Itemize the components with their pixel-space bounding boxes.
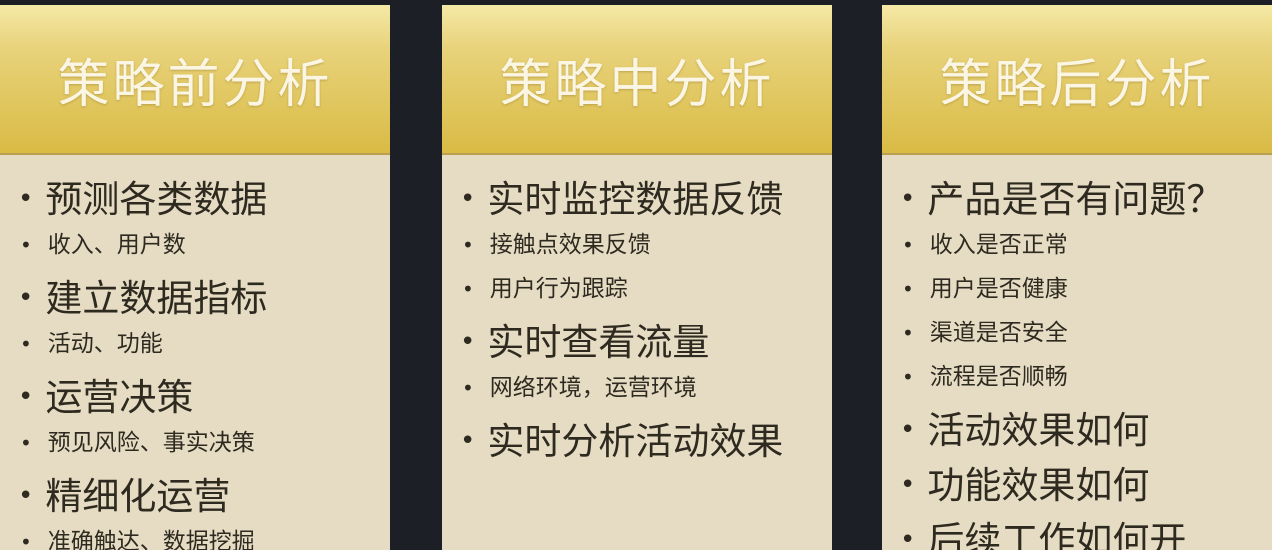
bullet-dot-icon: •: [20, 332, 32, 356]
list-item: • 实时查看流量: [460, 318, 820, 367]
list-item: • 用户是否健康: [900, 274, 1260, 304]
list-item: • 功能效果如何: [900, 461, 1260, 510]
bullet-dot-icon: •: [900, 470, 916, 500]
list-item: • 活动、功能: [18, 329, 378, 359]
list-item: • 准确触达、数据挖掘: [18, 527, 378, 550]
bullet-dot-icon: •: [20, 530, 32, 550]
card-title: 策略前分析: [57, 54, 333, 115]
bullet-dot-icon: •: [18, 382, 34, 412]
list-item: • 预见风险、事实决策: [18, 428, 378, 458]
list-item: • 建立数据指标: [18, 274, 378, 323]
card-title: 策略中分析: [499, 54, 775, 115]
list-item: • 活动效果如何: [900, 406, 1260, 455]
bullet-dot-icon: •: [18, 184, 34, 214]
card-header: 策略中分析: [442, 5, 832, 155]
list-item-text: 功能效果如何: [927, 464, 1150, 507]
list-item: • 接触点效果反馈: [460, 230, 820, 260]
card-header: 策略后分析: [882, 5, 1272, 155]
bullet-dot-icon: •: [900, 525, 916, 550]
bullet-dot-icon: •: [900, 184, 916, 214]
list-item: • 产品是否有问题？: [900, 175, 1260, 224]
bullet-dot-icon: •: [902, 321, 914, 345]
bullet-dot-icon: •: [902, 365, 914, 389]
bullet-dot-icon: •: [18, 283, 34, 313]
bullet-dot-icon: •: [900, 415, 916, 445]
card-post-strategy: 策略后分析 • 产品是否有问题？ • 收入是否正常 • 用户是否健康 • 渠道是否安全 • 流程是…: [882, 5, 1272, 550]
bullet-list: • 产品是否有问题？ • 收入是否正常 • 用户是否健康 • 渠道是否安全 • 流程是否顺畅 • 活动…: [882, 155, 1272, 550]
bullet-dot-icon: •: [462, 277, 474, 301]
bullet-dot-icon: •: [462, 376, 474, 400]
list-item-text: 建立数据指标: [45, 277, 268, 320]
list-item-text: 流程是否顺畅: [929, 364, 1068, 390]
list-item-text: 实时分析活动效果: [487, 420, 784, 463]
list-item-text: 准确触达、数据挖掘: [47, 529, 255, 550]
card-mid-strategy: 策略中分析 • 实时监控数据反馈 • 接触点效果反馈 • 用户行为跟踪 • 实时查看流量 • 网络…: [442, 5, 832, 550]
list-item: • 运营决策: [18, 373, 378, 422]
list-item-text: 收入、用户数: [47, 232, 186, 258]
bullet-dot-icon: •: [460, 184, 476, 214]
bullet-list: • 预测各类数据 • 收入、用户数 • 建立数据指标 • 活动、功能 • 运营决策 • 预见风险、事实…: [0, 155, 390, 550]
list-item-text: 实时监控数据反馈: [487, 178, 784, 221]
list-item-text: 活动、功能: [47, 331, 163, 357]
list-item-text: 渠道是否安全: [929, 320, 1068, 346]
list-item: • 渠道是否安全: [900, 318, 1260, 348]
bullet-dot-icon: •: [20, 431, 32, 455]
list-item-text: 接触点效果反馈: [489, 232, 651, 258]
list-item: • 实时分析活动效果: [460, 417, 820, 466]
list-item: • 网络环境，运营环境: [460, 373, 820, 403]
bullet-dot-icon: •: [460, 426, 476, 456]
list-item: • 收入是否正常: [900, 230, 1260, 260]
bullet-dot-icon: •: [18, 481, 34, 511]
bullet-list: • 实时监控数据反馈 • 接触点效果反馈 • 用户行为跟踪 • 实时查看流量 • 网络环境，运营环…: [442, 155, 832, 466]
bullet-dot-icon: •: [20, 233, 32, 257]
list-item-text: 用户行为跟踪: [489, 276, 628, 302]
list-item: • 用户行为跟踪: [460, 274, 820, 304]
list-item-text: 运营决策: [45, 376, 194, 419]
list-item: • 流程是否顺畅: [900, 362, 1260, 392]
list-item: • 收入、用户数: [18, 230, 378, 260]
slide-stage: 策略前分析 • 预测各类数据 • 收入、用户数 • 建立数据指标 • 活动、功能 • 运营决策 • 预…: [0, 0, 1272, 550]
bullet-dot-icon: •: [902, 233, 914, 257]
list-item-text: 后续工作如何开: [927, 519, 1187, 550]
list-item-text: 产品是否有问题？: [927, 178, 1224, 221]
list-item: • 精细化运营: [18, 472, 378, 521]
list-item-text: 收入是否正常: [929, 232, 1068, 258]
bullet-dot-icon: •: [460, 327, 476, 357]
list-item: • 预测各类数据: [18, 175, 378, 224]
list-item-text: 预见风险、事实决策: [47, 430, 255, 456]
list-item: • 实时监控数据反馈: [460, 175, 820, 224]
card-pre-strategy: 策略前分析 • 预测各类数据 • 收入、用户数 • 建立数据指标 • 活动、功能 • 运营决策 • 预…: [0, 5, 390, 550]
bullet-dot-icon: •: [462, 233, 474, 257]
bullet-dot-icon: •: [902, 277, 914, 301]
list-item-text: 用户是否健康: [929, 276, 1068, 302]
list-item-text: 精细化运营: [45, 475, 231, 518]
list-item-text: 网络环境，运营环境: [489, 375, 697, 401]
list-item-text: 预测各类数据: [45, 178, 268, 221]
card-title: 策略后分析: [939, 54, 1215, 115]
list-item: • 后续工作如何开: [900, 516, 1260, 550]
card-header: 策略前分析: [0, 5, 390, 155]
list-item-text: 活动效果如何: [927, 409, 1150, 452]
list-item-text: 实时查看流量: [487, 321, 710, 364]
